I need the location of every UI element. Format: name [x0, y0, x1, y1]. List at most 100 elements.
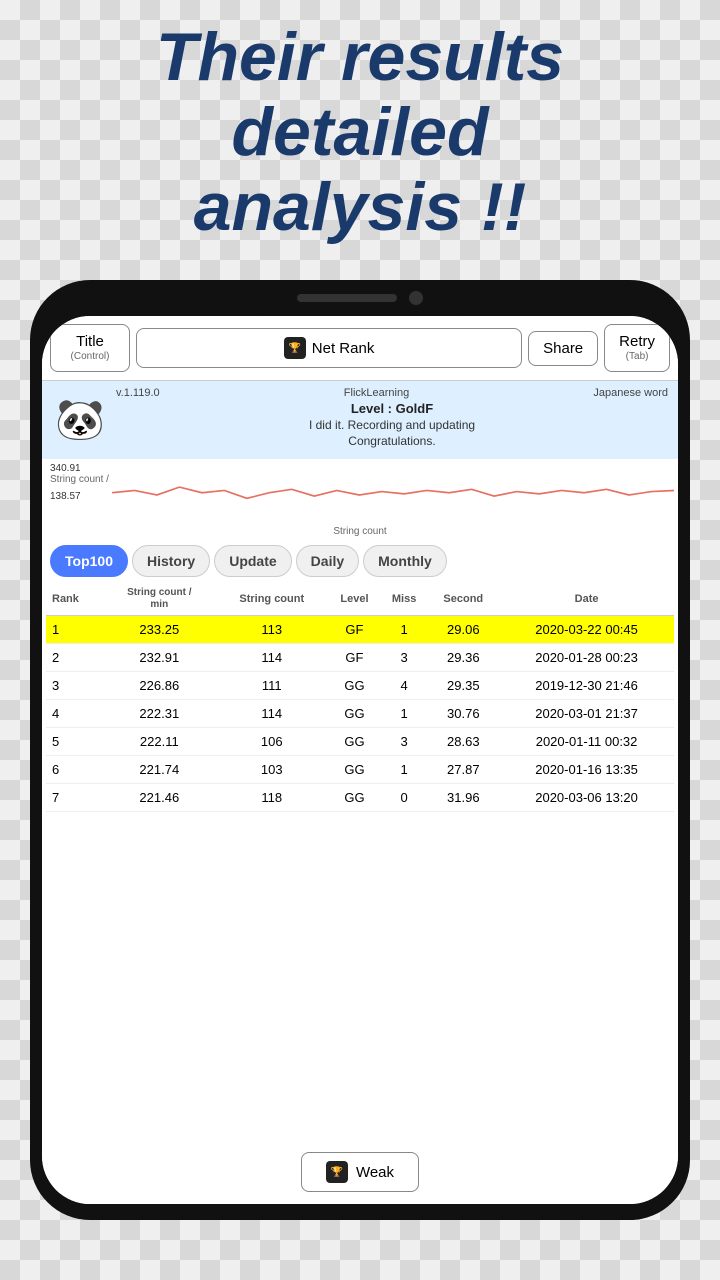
cell-level: GG [328, 700, 381, 728]
weak-button[interactable]: 🏆 Weak [301, 1152, 419, 1192]
cell-second: 29.36 [427, 644, 499, 672]
tab-top100[interactable]: Top100 [50, 545, 128, 577]
mode-text: Japanese word [593, 387, 668, 399]
tab-daily[interactable]: Daily [296, 545, 359, 577]
cell-second: 29.06 [427, 616, 499, 644]
cell-date: 2019-12-30 21:46 [499, 672, 674, 700]
cell-miss: 3 [381, 728, 428, 756]
cell-string-count-min: 233.25 [103, 616, 215, 644]
cell-rank: 6 [46, 756, 103, 784]
tab-daily-label: Daily [311, 553, 344, 569]
cell-string-count: 106 [215, 728, 328, 756]
tab-update[interactable]: Update [214, 545, 291, 577]
th-date: Date [499, 583, 674, 616]
headline-line2: detailed [232, 94, 489, 170]
app-name: FlickLearning [344, 387, 409, 399]
cell-date: 2020-03-06 13:20 [499, 784, 674, 812]
netrank-label: Net Rank [312, 340, 375, 357]
retry-sub: (Tab) [619, 351, 655, 363]
retry-button[interactable]: Retry (Tab) [604, 324, 670, 372]
headline-line1: Their results [156, 19, 564, 95]
cell-rank: 1 [46, 616, 103, 644]
cell-rank: 2 [46, 644, 103, 672]
cell-string-count-min: 226.86 [103, 672, 215, 700]
weak-bar: 🏆 Weak [42, 1142, 678, 1204]
cell-date: 2020-01-11 00:32 [499, 728, 674, 756]
chart-area: 340.91 String count / 138.57 String coun… [42, 459, 678, 539]
table-container: Rank String count /min String count Leve… [42, 583, 678, 1142]
cell-date: 2020-03-22 00:45 [499, 616, 674, 644]
phone-screen: Title (Control) 🏆 Net Rank Share Retry (… [42, 316, 678, 1204]
headline-text: Their results detailed analysis !! [0, 20, 720, 244]
cell-level: GG [328, 784, 381, 812]
title-label: Title [76, 333, 104, 350]
table-row: 4 222.31 114 GG 1 30.76 2020-03-01 21:37 [46, 700, 674, 728]
cell-string-count-min: 222.11 [103, 728, 215, 756]
cell-level: GG [328, 728, 381, 756]
tab-monthly[interactable]: Monthly [363, 545, 447, 577]
table-row: 5 222.11 106 GG 3 28.63 2020-01-11 00:32 [46, 728, 674, 756]
results-table: Rank String count /min String count Leve… [46, 583, 674, 812]
retry-label: Retry [619, 333, 655, 350]
table-row: 3 226.86 111 GG 4 29.35 2019-12-30 21:46 [46, 672, 674, 700]
cell-second: 30.76 [427, 700, 499, 728]
cell-miss: 1 [381, 700, 428, 728]
cell-date: 2020-01-16 13:35 [499, 756, 674, 784]
cell-string-count-min: 221.46 [103, 784, 215, 812]
cell-string-count: 103 [215, 756, 328, 784]
panda-mascot: 🐼 [52, 387, 108, 451]
headline: Their results detailed analysis !! [0, 20, 720, 244]
cell-level: GG [328, 672, 381, 700]
level-text: Level : GoldF [116, 401, 668, 416]
phone-notch [250, 280, 470, 316]
weak-icon: 🏆 [326, 1161, 348, 1183]
cell-string-count: 113 [215, 616, 328, 644]
cell-miss: 1 [381, 756, 428, 784]
share-label: Share [543, 340, 583, 357]
toolbar: Title (Control) 🏆 Net Rank Share Retry (… [42, 316, 678, 381]
cell-miss: 3 [381, 644, 428, 672]
chart-label-prefix: String count / [50, 474, 109, 485]
cell-level: GG [328, 756, 381, 784]
notch-camera [409, 291, 423, 305]
share-button[interactable]: Share [528, 331, 598, 366]
cell-rank: 7 [46, 784, 103, 812]
th-second: Second [427, 583, 499, 616]
notch-bar [297, 294, 397, 302]
cell-string-count-min: 222.31 [103, 700, 215, 728]
cell-second: 29.35 [427, 672, 499, 700]
cell-date: 2020-03-01 21:37 [499, 700, 674, 728]
table-row: 1 233.25 113 GF 1 29.06 2020-03-22 00:45 [46, 616, 674, 644]
phone-frame: Title (Control) 🏆 Net Rank Share Retry (… [30, 280, 690, 1220]
chart-svg [112, 459, 674, 526]
cell-level: GF [328, 616, 381, 644]
table-row: 6 221.74 103 GG 1 27.87 2020-01-16 13:35 [46, 756, 674, 784]
weak-label: Weak [356, 1164, 394, 1181]
tab-history[interactable]: History [132, 545, 210, 577]
chart-labels: 340.91 String count / 138.57 [50, 463, 109, 485]
title-button[interactable]: Title (Control) [50, 324, 130, 372]
info-text-block: v.1.119.0 FlickLearning Japanese word Le… [116, 387, 668, 448]
cell-rank: 4 [46, 700, 103, 728]
cell-string-count-min: 232.91 [103, 644, 215, 672]
netrank-button[interactable]: 🏆 Net Rank [136, 328, 522, 368]
th-rank: Rank [46, 583, 103, 616]
chart-top-value: 340.91 [50, 463, 109, 474]
chart-bottom-value: 138.57 [50, 491, 81, 502]
cell-string-count-min: 221.74 [103, 756, 215, 784]
chart-x-label: String count [42, 526, 678, 537]
th-level: Level [328, 583, 381, 616]
th-string-count-min: String count /min [103, 583, 215, 616]
cell-miss: 1 [381, 616, 428, 644]
congrats-line2: Congratulations. [116, 434, 668, 448]
tab-monthly-label: Monthly [378, 553, 432, 569]
tab-top100-label: Top100 [65, 553, 113, 569]
table-row: 7 221.46 118 GG 0 31.96 2020-03-06 13:20 [46, 784, 674, 812]
th-string-count: String count [215, 583, 328, 616]
cell-miss: 4 [381, 672, 428, 700]
version-text: v.1.119.0 [116, 387, 160, 399]
cell-date: 2020-01-28 00:23 [499, 644, 674, 672]
cell-level: GF [328, 644, 381, 672]
tab-history-label: History [147, 553, 195, 569]
cell-string-count: 114 [215, 644, 328, 672]
